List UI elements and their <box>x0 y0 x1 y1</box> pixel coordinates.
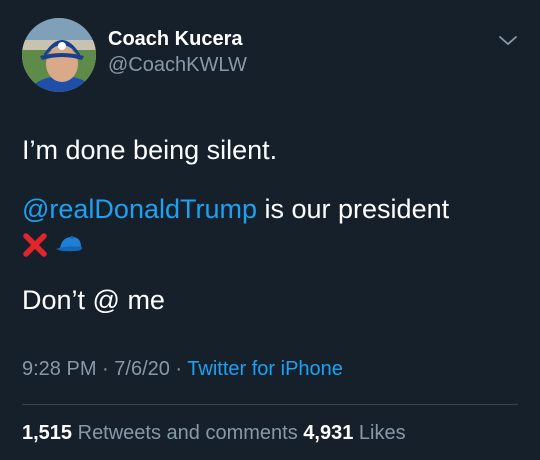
likes-count: 4,931 <box>303 422 354 444</box>
likes-label: Likes <box>353 422 406 444</box>
tweet-line-1: I’m done being silent. <box>22 135 278 165</box>
display-name[interactable]: Coach Kucera <box>108 26 247 52</box>
cross-mark-icon <box>23 233 47 257</box>
tweet-meta: 9:28 PM · 7/6/20 · Twitter for iPhone <box>22 356 518 382</box>
retweets-stat[interactable]: 1,515 Retweets and comments <box>22 422 303 444</box>
author-names: Coach Kucera @CoachKWLW <box>108 26 247 78</box>
tweet-card: Coach Kucera @CoachKWLW I’m done being s… <box>0 0 540 460</box>
tweet-date[interactable]: 7/6/20 <box>114 358 170 380</box>
retweets-label: Retweets and comments <box>72 422 304 444</box>
tweet-time[interactable]: 9:28 PM <box>22 358 96 380</box>
blue-cap-icon <box>56 236 83 252</box>
tweet-line-2-rest: is our president <box>257 194 450 224</box>
avatar-image <box>22 18 96 92</box>
tweet-header: Coach Kucera @CoachKWLW <box>22 18 518 92</box>
tweet-text: I’m done being silent. @realDonaldTrump … <box>22 132 518 318</box>
mention-link[interactable]: @realDonaldTrump <box>22 194 257 224</box>
chevron-down-icon[interactable] <box>498 34 518 48</box>
divider <box>22 404 518 405</box>
tweet-line-2: @realDonaldTrump is our president <box>22 191 518 227</box>
tweet-source-link[interactable]: Twitter for iPhone <box>187 358 343 380</box>
likes-stat[interactable]: 4,931 Likes <box>303 422 405 444</box>
avatar[interactable] <box>22 18 96 92</box>
meta-separator: · <box>169 358 188 380</box>
user-handle[interactable]: @CoachKWLW <box>108 52 247 78</box>
tweet-line-3: Don’t @ me <box>22 285 165 315</box>
meta-separator: · <box>96 358 115 380</box>
emoji-row <box>22 229 518 261</box>
retweets-count: 1,515 <box>22 422 73 444</box>
tweet-stats: 1,515 Retweets and comments 4,931 Likes <box>22 420 406 446</box>
